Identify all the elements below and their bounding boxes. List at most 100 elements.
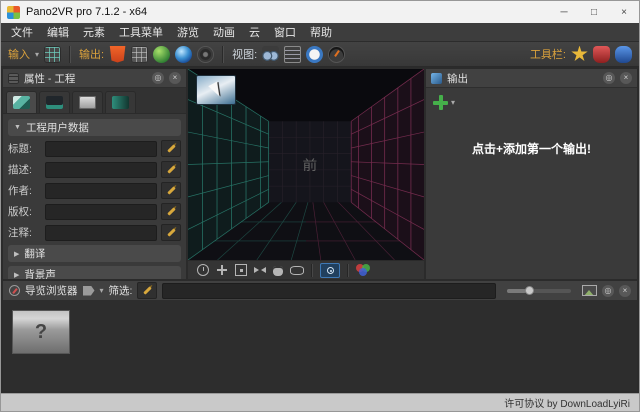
- panorama-thumbnail[interactable]: ?: [12, 310, 70, 354]
- menu-item-edit[interactable]: 编辑: [40, 22, 76, 42]
- filter-edit-button[interactable]: [137, 282, 157, 299]
- viewer-thumbnail[interactable]: [196, 75, 236, 105]
- tag-filter-icon[interactable]: [83, 286, 95, 296]
- caret-down-icon: ▾: [451, 98, 455, 107]
- maximize-button[interactable]: □: [579, 1, 609, 23]
- output-group-label: 输出:: [79, 46, 104, 62]
- components-tool-icon[interactable]: [571, 46, 588, 63]
- author-input[interactable]: [45, 183, 157, 199]
- tools-group-label: 工具栏:: [530, 46, 566, 62]
- pencil-icon: [167, 207, 175, 215]
- author-edit-button[interactable]: [161, 182, 181, 199]
- panorama-viewer[interactable]: 前: [188, 69, 424, 260]
- input-dropdown-label[interactable]: 输入: [8, 46, 30, 62]
- collapsed-sections: ▶ 翻译 ▶ 背景声: [8, 245, 181, 283]
- filter-input[interactable]: [162, 283, 496, 299]
- minimize-button[interactable]: ─: [549, 1, 579, 23]
- output-panel-title: 输出: [447, 71, 468, 86]
- tour-browser-content: ?: [3, 301, 637, 391]
- panorama-mode-icon[interactable]: [290, 266, 304, 275]
- pencil-icon: [167, 144, 175, 152]
- comment-edit-button[interactable]: [161, 224, 181, 241]
- caret-down-icon[interactable]: ▾: [35, 50, 39, 59]
- menu-item-window[interactable]: 窗口: [267, 22, 303, 42]
- crosshair-mode-button[interactable]: [320, 263, 340, 278]
- chevron-right-icon: ▶: [14, 271, 19, 279]
- tab-strip[interactable]: [39, 91, 70, 113]
- tab-screen[interactable]: [72, 91, 103, 113]
- properties-tabs: [3, 88, 186, 114]
- menu-item-elements[interactable]: 元素: [76, 22, 112, 42]
- patch-icon[interactable]: [235, 264, 247, 276]
- title-edit-button[interactable]: [161, 140, 181, 157]
- output-empty-message: 点击+添加第一个输出!: [426, 140, 637, 157]
- menu-item-animation[interactable]: 动画: [206, 22, 242, 42]
- zoom-slider-handle[interactable]: [525, 286, 534, 295]
- output-panel-header: 输出 ◎ ×: [426, 69, 637, 88]
- copyright-edit-button[interactable]: [161, 203, 181, 220]
- tab-panorama[interactable]: [6, 91, 37, 113]
- copyright-input[interactable]: [45, 204, 157, 220]
- notes-view-icon[interactable]: [284, 46, 301, 63]
- node-link-icon[interactable]: [254, 264, 266, 276]
- panel-close-icon[interactable]: ×: [169, 72, 181, 84]
- add-point-icon[interactable]: [216, 264, 228, 276]
- description-edit-button[interactable]: [161, 161, 181, 178]
- menu-item-tour[interactable]: 游览: [170, 22, 206, 42]
- comment-input[interactable]: [45, 225, 157, 241]
- pencil-icon: [167, 165, 175, 173]
- find-view-icon[interactable]: [262, 46, 279, 63]
- menu-item-tools-menu[interactable]: 工具菜单: [112, 22, 170, 42]
- filter-label: 筛选:: [109, 283, 133, 298]
- strip-tab-icon: [46, 96, 63, 109]
- google-earth-output-icon[interactable]: [175, 46, 192, 63]
- transform-input-icon[interactable]: [44, 46, 61, 63]
- caret-down-icon[interactable]: ▾: [100, 286, 104, 295]
- field-row-description: 描述:: [8, 161, 181, 178]
- add-output-button[interactable]: ▾: [433, 95, 455, 110]
- video-output-icon[interactable]: [197, 46, 214, 63]
- license-text: 许可协议 by DownLoadLyiRi: [504, 395, 630, 410]
- patch-output-icon[interactable]: [131, 46, 148, 63]
- wide-tab-icon: [112, 96, 129, 109]
- description-input[interactable]: [45, 162, 157, 178]
- menu-item-cloud[interactable]: 云: [242, 22, 267, 42]
- hand-pan-icon[interactable]: [273, 266, 283, 276]
- zoom-slider[interactable]: [507, 289, 571, 293]
- comment-label: 注释:: [8, 225, 41, 240]
- panel-pin-icon[interactable]: ◎: [152, 72, 164, 84]
- red-panorama-tool-icon[interactable]: [593, 46, 610, 63]
- panel-close-icon[interactable]: ×: [619, 285, 631, 297]
- properties-panel-title: 属性 - 工程: [24, 71, 75, 86]
- translation-section-header[interactable]: ▶ 翻译: [8, 245, 181, 262]
- copyright-label: 版权:: [8, 204, 41, 219]
- window-title: Pano2VR pro 7.1.2 - x64: [26, 6, 147, 18]
- menu-item-file[interactable]: 文件: [4, 22, 40, 42]
- properties-body: ▼ 工程用户数据 标题: 描述: 作者:: [3, 114, 186, 279]
- time-view-icon[interactable]: [306, 46, 323, 63]
- menu-item-help[interactable]: 帮助: [303, 22, 339, 42]
- output-icon: [431, 73, 442, 84]
- web-output-icon[interactable]: [109, 46, 126, 63]
- speed-view-icon[interactable]: [328, 46, 345, 63]
- panel-pin-icon[interactable]: ◎: [603, 72, 615, 84]
- blue-panorama-tool-icon[interactable]: [615, 46, 632, 63]
- panel-pin-icon[interactable]: ◎: [602, 285, 614, 297]
- thumbnail-view-icon[interactable]: [582, 285, 597, 296]
- tour-browser-header: 导览浏览器 ▾ 筛选: ◎ ×: [3, 281, 637, 301]
- speed-icon[interactable]: [197, 264, 209, 276]
- field-row-author: 作者:: [8, 182, 181, 199]
- panel-close-icon[interactable]: ×: [620, 72, 632, 84]
- titlebar[interactable]: Pano2VR pro 7.1.2 - x64 ─ □ ×: [1, 1, 639, 23]
- close-button[interactable]: ×: [609, 1, 639, 23]
- tour-output-icon[interactable]: [153, 46, 170, 63]
- tab-wide[interactable]: [105, 91, 136, 113]
- user-data-section-header[interactable]: ▼ 工程用户数据: [8, 119, 181, 136]
- translation-section-label: 翻译: [24, 246, 45, 261]
- title-input[interactable]: [45, 141, 157, 157]
- thumbnail-placeholder: ?: [35, 321, 47, 344]
- toolbar-separator: [222, 46, 224, 63]
- author-label: 作者:: [8, 183, 41, 198]
- description-label: 描述:: [8, 162, 41, 177]
- color-wheel-icon[interactable]: [356, 264, 372, 276]
